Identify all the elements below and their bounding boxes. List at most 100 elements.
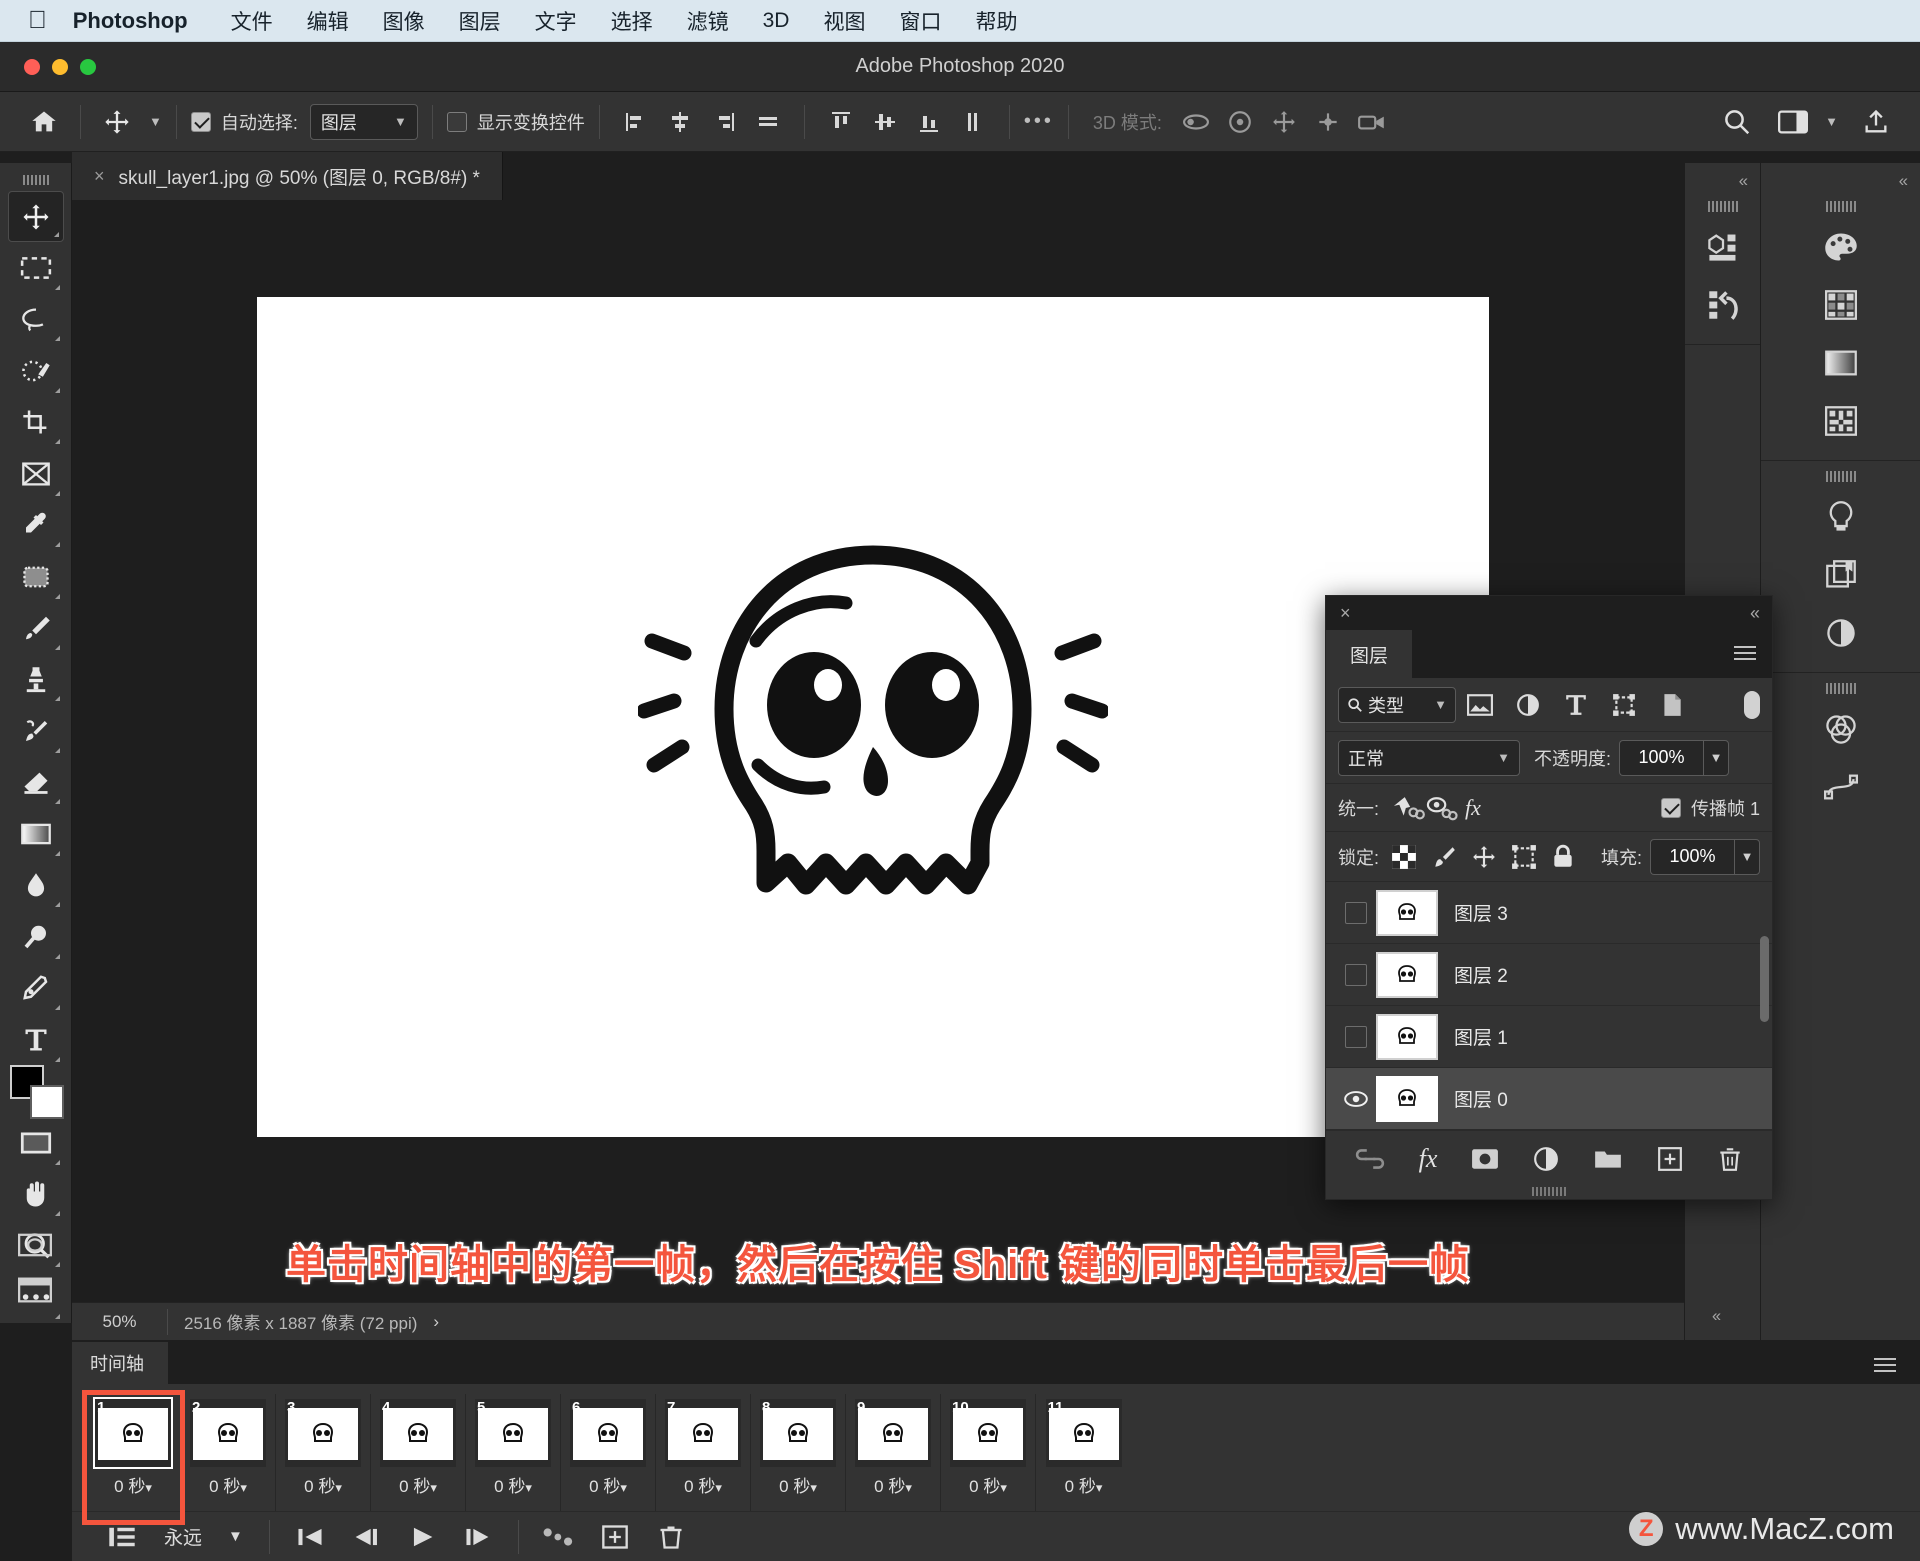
panel-grip[interactable] <box>1825 683 1856 694</box>
timeline-frame[interactable]: 5 0 秒▾ <box>466 1394 561 1511</box>
unify-style-icon[interactable]: fx <box>1465 795 1481 821</box>
tween-icon[interactable] <box>531 1515 587 1559</box>
close-icon[interactable]: × <box>1340 603 1351 624</box>
frame-thumbnail[interactable]: 2 <box>190 1399 266 1467</box>
frame-tool[interactable] <box>8 448 64 499</box>
collapse-icon[interactable]: ‹‹ <box>1750 603 1760 624</box>
timeline-menu-icon[interactable] <box>1874 1358 1896 1374</box>
timeline-frame[interactable]: 4 0 秒▾ <box>371 1394 466 1511</box>
dodge-tool[interactable] <box>8 911 64 962</box>
menu-item-3d[interactable]: 3D <box>746 9 807 33</box>
frame-thumbnail[interactable]: 10 <box>950 1399 1026 1467</box>
layer-visibility-toggle[interactable] <box>1336 1025 1376 1048</box>
type-filter-icon[interactable] <box>1552 685 1600 725</box>
menu-item-layer[interactable]: 图层 <box>442 6 518 36</box>
timeline-frame[interactable]: 2 0 秒▾ <box>181 1394 276 1511</box>
camera-3d-icon[interactable] <box>1350 102 1394 142</box>
chevron-down-icon[interactable]: ▼ <box>1825 114 1838 129</box>
roll-3d-icon[interactable] <box>1218 102 1262 142</box>
frame-thumbnail[interactable]: 4 <box>380 1399 456 1467</box>
menu-item-view[interactable]: 视图 <box>806 6 882 36</box>
first-frame-icon[interactable] <box>282 1515 338 1559</box>
window-controls[interactable] <box>24 58 96 75</box>
close-window-button[interactable] <box>24 58 40 75</box>
fill-value[interactable]: 100% <box>1650 838 1734 875</box>
adjustments-icon[interactable] <box>1813 488 1869 546</box>
swatches-icon[interactable] <box>1813 276 1869 334</box>
play-icon[interactable] <box>394 1515 450 1559</box>
history-panel-icon[interactable] <box>1695 276 1751 334</box>
gradient-tool[interactable] <box>8 808 64 859</box>
collapse-dock-icon[interactable]: ‹‹ <box>1712 1298 1733 1340</box>
marquee-tool[interactable] <box>8 242 64 293</box>
menu-item-edit[interactable]: 编辑 <box>290 6 366 36</box>
align-top-edges-icon[interactable] <box>819 102 863 142</box>
table-row[interactable]: 图层 2 <box>1326 944 1772 1006</box>
frame-delay[interactable]: 0 秒▾ <box>494 1472 532 1497</box>
frame-thumbnail[interactable]: 1 <box>93 1397 173 1469</box>
menu-app-name[interactable]: Photoshop <box>73 8 214 34</box>
frame-thumbnail[interactable]: 7 <box>665 1399 741 1467</box>
menu-item-image[interactable]: 图像 <box>366 6 442 36</box>
delete-layer-icon[interactable] <box>1717 1145 1743 1173</box>
menu-item-filter[interactable]: 滤镜 <box>670 6 746 36</box>
blend-mode-dropdown[interactable]: 正常 ▼ <box>1338 739 1520 776</box>
frame-delay[interactable]: 0 秒▾ <box>209 1472 247 1497</box>
eraser-tool[interactable] <box>8 757 64 808</box>
quick-selection-tool[interactable] <box>8 345 64 396</box>
slide-3d-icon[interactable] <box>1306 102 1350 142</box>
pen-tool[interactable] <box>8 963 64 1014</box>
image-filter-icon[interactable] <box>1456 685 1504 725</box>
frame-thumbnail[interactable]: 3 <box>285 1399 361 1467</box>
layer-thumbnail[interactable] <box>1376 951 1438 998</box>
link-layers-icon[interactable] <box>1355 1148 1385 1170</box>
frame-delay[interactable]: 0 秒▾ <box>1065 1472 1103 1497</box>
zoom-level[interactable]: 50% <box>72 1312 167 1332</box>
timeline-frame[interactable]: 3 0 秒▾ <box>276 1394 371 1511</box>
timeline-frame[interactable]: 11 0 秒▾ <box>1036 1394 1131 1511</box>
color-palette-icon[interactable] <box>1813 218 1869 276</box>
timeline-frame[interactable]: 8 0 秒▾ <box>751 1394 846 1511</box>
patterns-icon[interactable] <box>1813 392 1869 450</box>
frame-delay[interactable]: 0 秒▾ <box>399 1472 437 1497</box>
crop-tool[interactable] <box>8 397 64 448</box>
frame-delay[interactable]: 0 秒▾ <box>114 1472 152 1497</box>
frame-delay[interactable]: 0 秒▾ <box>874 1472 912 1497</box>
frame-delay[interactable]: 0 秒▾ <box>589 1472 627 1497</box>
frame-convert-icon[interactable] <box>94 1515 150 1559</box>
menu-item-type[interactable]: 文字 <box>518 6 594 36</box>
menu-item-file[interactable]: 文件 <box>214 6 290 36</box>
rotate-3d-icon[interactable] <box>1174 102 1218 142</box>
frame-delay[interactable]: 0 秒▾ <box>969 1472 1007 1497</box>
more-options-icon[interactable]: ••• <box>1024 110 1054 133</box>
duplicate-frame-icon[interactable] <box>587 1515 643 1559</box>
filter-type-dropdown[interactable]: 类型 ▼ <box>1338 686 1456 723</box>
lock-artboard-icon[interactable] <box>1511 844 1537 870</box>
adjustment-filter-icon[interactable] <box>1504 685 1552 725</box>
unify-visibility-icon[interactable] <box>1425 795 1459 821</box>
frame-thumbnail[interactable]: 11 <box>1045 1399 1122 1467</box>
libraries-icon[interactable] <box>1813 546 1869 604</box>
layer-mask-icon[interactable] <box>1471 1147 1499 1171</box>
layer-thumbnail[interactable] <box>1376 1013 1438 1060</box>
3d-panel-icon[interactable] <box>1695 218 1751 276</box>
tab-layers[interactable]: 图层 <box>1326 630 1413 678</box>
properties-icon[interactable] <box>1813 604 1869 662</box>
panel-grip[interactable] <box>1825 201 1856 212</box>
opacity-stepper-chevron-icon[interactable]: ▼ <box>1703 739 1730 776</box>
eyedropper-tool[interactable] <box>8 500 64 551</box>
align-left-edges-icon[interactable] <box>614 102 658 142</box>
home-icon[interactable] <box>22 102 66 142</box>
panel-grip[interactable] <box>22 175 49 185</box>
frame-delay[interactable]: 0 秒▾ <box>779 1472 817 1497</box>
auto-select-checkbox[interactable] <box>190 111 211 132</box>
frame-delay[interactable]: 0 秒▾ <box>304 1472 342 1497</box>
brush-tool[interactable] <box>8 603 64 654</box>
timeline-tab[interactable]: 时间轴 <box>72 1342 168 1384</box>
color-swatches[interactable] <box>8 1065 66 1215</box>
collapse-panel-icon[interactable]: ‹‹ <box>1899 163 1920 191</box>
lock-image-icon[interactable] <box>1431 844 1457 870</box>
search-icon[interactable] <box>1715 102 1759 142</box>
timeline-frame[interactable]: 10 0 秒▾ <box>941 1394 1036 1511</box>
timeline-frame[interactable]: 9 0 秒▾ <box>846 1394 941 1511</box>
